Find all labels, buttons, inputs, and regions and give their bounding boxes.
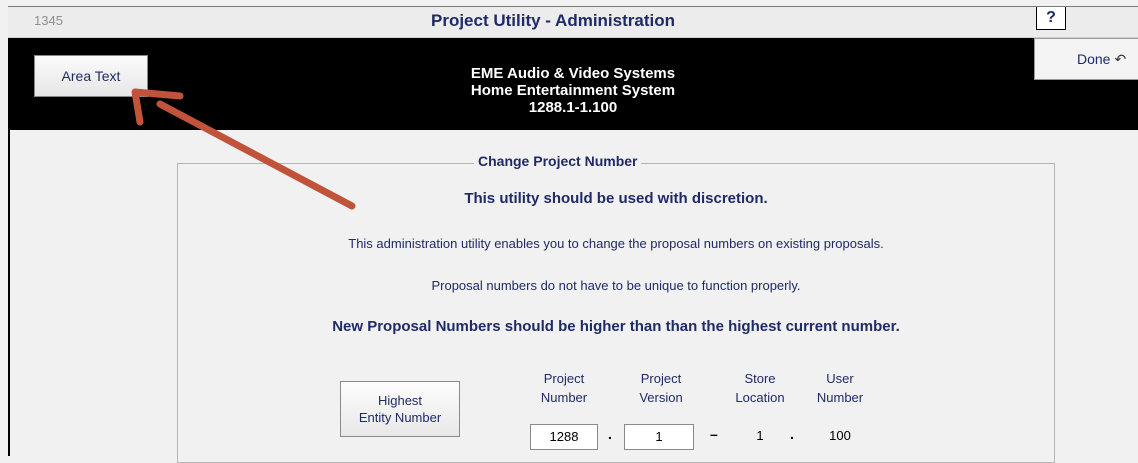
user-number-header: User Number [795, 369, 885, 407]
project-version-header: Project Version [616, 369, 706, 407]
header-line: Number [816, 390, 864, 405]
dash-separator: – [710, 426, 718, 442]
header-line: Project [640, 371, 682, 386]
entity-button-line2: Entity Number [358, 410, 442, 425]
header-line: Project [543, 371, 585, 386]
done-label: Done [1077, 51, 1111, 67]
header-line: Version [639, 390, 683, 405]
undo-arrow-icon: ↶ [1114, 51, 1127, 67]
project-header: Area Text EME Audio & Video Systems Home… [8, 38, 1138, 130]
project-version-field[interactable]: 1 [624, 424, 694, 450]
help-button[interactable]: ? [1036, 7, 1066, 30]
dot-separator: . [790, 426, 794, 442]
project-name: Home Entertainment System [470, 82, 676, 99]
header-line: Number [540, 390, 588, 405]
change-project-panel [177, 163, 1055, 463]
panel-legend: Change Project Number [474, 153, 642, 169]
header-line: Location [735, 390, 785, 405]
title-bar: 1345 Project Utility - Administration ? [8, 6, 1138, 38]
entity-button-line1: Highest [377, 393, 423, 408]
store-location-header: Store Location [715, 369, 805, 407]
highest-entity-number-button[interactable]: Highest Entity Number [340, 381, 460, 437]
project-code: 1288.1-1.100 [528, 99, 618, 116]
info-text-1: This administration utility enables you … [348, 236, 884, 251]
header-line: User [826, 371, 854, 386]
done-button[interactable]: Done ↶ [1034, 38, 1138, 80]
project-number-header: Project Number [519, 369, 609, 407]
user-number-value: 100 [829, 428, 851, 443]
important-text: New Proposal Numbers should be higher th… [332, 318, 900, 335]
frame-border [8, 130, 10, 456]
store-location-value: 1 [756, 428, 764, 443]
company-name: EME Audio & Video Systems [470, 65, 676, 82]
project-number-field[interactable]: 1288 [530, 424, 598, 450]
dot-separator: . [608, 426, 612, 442]
warning-text: This utility should be used with discret… [464, 190, 768, 207]
project-info: EME Audio & Video Systems Home Entertain… [8, 65, 1138, 116]
header-line: Store [744, 371, 776, 386]
window-title: Project Utility - Administration [430, 11, 675, 30]
info-text-2: Proposal numbers do not have to be uniqu… [431, 278, 801, 293]
